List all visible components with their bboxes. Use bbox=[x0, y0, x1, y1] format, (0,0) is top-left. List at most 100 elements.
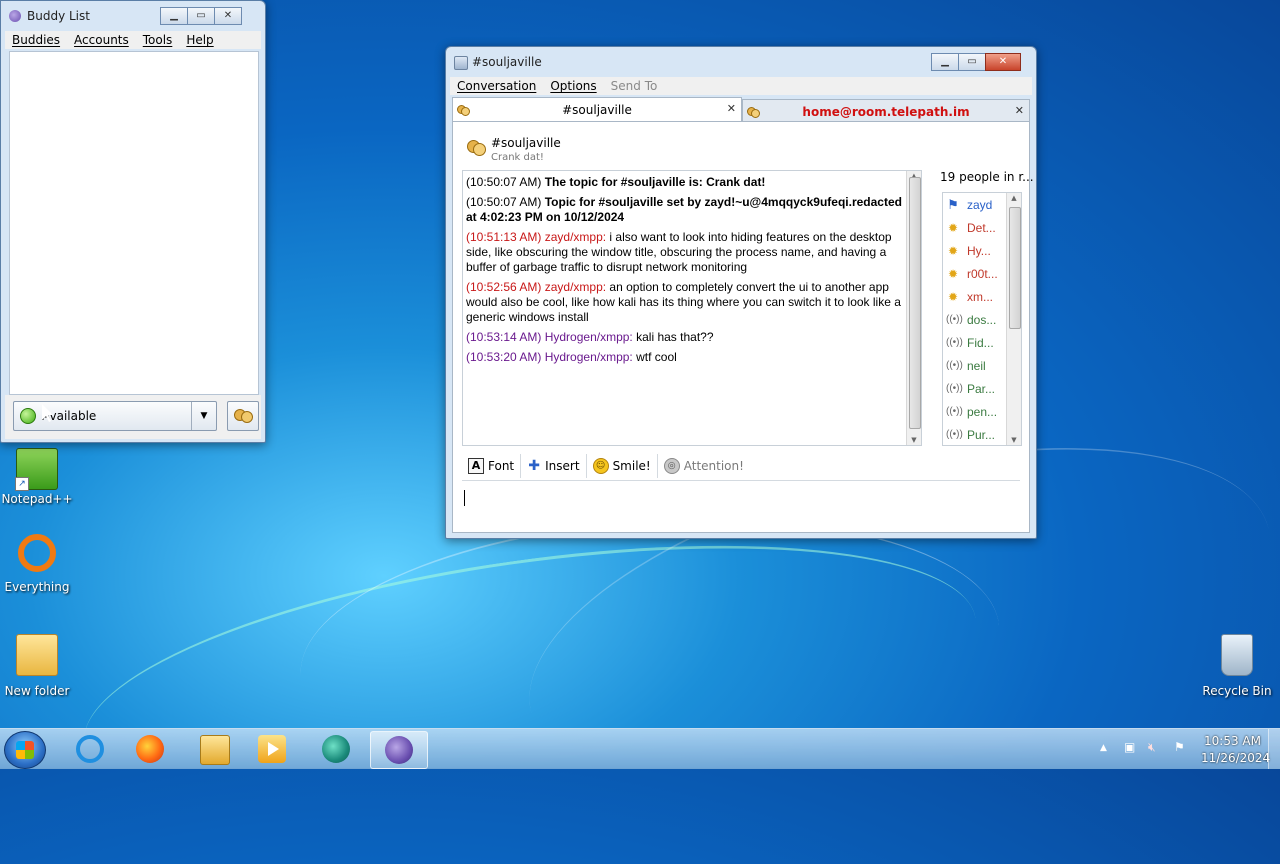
scroll-up-icon[interactable]: ▲ bbox=[1007, 193, 1021, 203]
taskbar-firefox[interactable] bbox=[122, 731, 178, 767]
maximize-button[interactable]: ▭ bbox=[187, 7, 215, 25]
format-toolbar: A Font ✚ Insert ☺ Smile! ◎ Attention! bbox=[462, 452, 1020, 481]
menu-options[interactable]: Options bbox=[543, 79, 603, 93]
buddy-status-button[interactable] bbox=[227, 401, 259, 431]
desktop-icon-recycle-bin[interactable]: Recycle Bin bbox=[1200, 634, 1274, 698]
tab-souljaville[interactable]: #souljaville ✕ bbox=[452, 97, 742, 122]
people-count: 19 people in r... bbox=[940, 170, 1034, 184]
buddy-list-window: Buddy List ▁ ▭ ✕ Buddies Accounts Tools … bbox=[0, 0, 266, 443]
taskbar-messenger[interactable] bbox=[308, 731, 364, 767]
person-name: zayd bbox=[967, 198, 993, 212]
scrollbar-thumb[interactable] bbox=[1009, 207, 1021, 329]
action-center-flag-icon[interactable]: ⚑ bbox=[1174, 740, 1185, 754]
messenger-icon bbox=[322, 735, 350, 763]
person-name: xm... bbox=[967, 290, 993, 304]
message-time: (10:53:20 AM) bbox=[466, 350, 542, 364]
signal-icon: ((•)) bbox=[946, 314, 963, 325]
tab-strip: #souljaville ✕ home@room.telepath.im ✕ bbox=[452, 97, 1030, 122]
taskbar-internet-explorer[interactable] bbox=[62, 731, 118, 767]
close-button[interactable]: ✕ bbox=[214, 7, 242, 25]
start-button[interactable] bbox=[4, 731, 46, 769]
desktop-icon-label: Notepad++ bbox=[1, 492, 73, 506]
message-nick: Hydrogen/xmpp: bbox=[544, 330, 633, 344]
message-line: (10:53:14 AM) Hydrogen/xmpp: kali has th… bbox=[466, 330, 906, 345]
buddy-list-area[interactable] bbox=[9, 51, 259, 395]
network-icon[interactable]: ▣ bbox=[1124, 740, 1135, 754]
taskbar-file-explorer[interactable] bbox=[186, 731, 242, 767]
show-desktop-button[interactable] bbox=[1268, 729, 1280, 769]
message-line: (10:50:07 AM) The topic for #souljaville… bbox=[466, 175, 906, 190]
menu-accounts[interactable]: Accounts bbox=[67, 33, 136, 47]
smile-button[interactable]: ☺ Smile! bbox=[587, 454, 658, 478]
minimize-button[interactable]: ▁ bbox=[931, 53, 959, 71]
attention-label: Attention! bbox=[683, 459, 744, 473]
buddy-list-titlebar[interactable]: Buddy List ▁ ▭ ✕ bbox=[1, 1, 265, 29]
people-list[interactable]: ⚑ zayd ✹ Det... ✹ Hy... ✹ r00t... ✹ xm... ((•… bbox=[942, 192, 1022, 446]
available-status-icon bbox=[20, 408, 36, 424]
text-caret bbox=[464, 490, 465, 506]
clock-time[interactable]: 10:53 AM bbox=[1204, 734, 1261, 748]
show-hidden-icons-icon[interactable]: ▲ bbox=[1100, 743, 1107, 753]
insert-button[interactable]: ✚ Insert bbox=[521, 454, 587, 478]
menu-buddies[interactable]: Buddies bbox=[5, 33, 67, 47]
clock-date[interactable]: 11/26/2024 bbox=[1201, 751, 1270, 765]
message-log-scrollbar[interactable]: ▲ ▼ bbox=[906, 171, 921, 445]
conversation-body: #souljaville Crank dat! (10:50:07 AM) Th… bbox=[452, 121, 1034, 533]
taskbar-pidgin[interactable] bbox=[370, 731, 428, 769]
message-time: (10:51:13 AM) bbox=[466, 230, 542, 244]
desktop-icon-label: New folder bbox=[4, 684, 70, 698]
person-name: neil bbox=[967, 359, 986, 373]
message-text: wtf cool bbox=[636, 350, 677, 364]
menu-conversation[interactable]: Conversation bbox=[450, 79, 543, 93]
menu-tools[interactable]: Tools bbox=[136, 33, 180, 47]
signal-icon: ((•)) bbox=[946, 406, 963, 417]
message-text: The topic for #souljaville is: Crank dat… bbox=[544, 175, 766, 189]
signal-icon: ((•)) bbox=[946, 337, 963, 348]
file-explorer-icon bbox=[200, 735, 230, 765]
attention-button[interactable]: ◎ Attention! bbox=[658, 454, 750, 478]
chat-room-icon bbox=[467, 138, 486, 156]
scroll-down-icon[interactable]: ▼ bbox=[907, 435, 921, 445]
message-log[interactable]: (10:50:07 AM) The topic for #souljaville… bbox=[462, 170, 922, 446]
windows-logo-icon bbox=[16, 741, 34, 759]
close-tab-icon[interactable]: ✕ bbox=[727, 102, 736, 115]
message-time: (10:50:07 AM) bbox=[466, 195, 542, 209]
menu-help[interactable]: Help bbox=[179, 33, 220, 47]
conversation-menubar: Conversation Options Send To bbox=[450, 77, 1032, 95]
desktop-icon-new-folder[interactable]: New folder bbox=[0, 634, 74, 698]
person-name: Det... bbox=[967, 221, 996, 235]
desktop-icon-everything[interactable]: Everything bbox=[0, 528, 74, 594]
tab-label: home@room.telepath.im bbox=[802, 105, 970, 119]
room-topic: Crank dat! bbox=[491, 152, 544, 163]
notepadpp-icon: ↗ bbox=[15, 448, 58, 491]
person-name: Hy... bbox=[967, 244, 991, 258]
desktop-icon-notepadpp[interactable]: ↗ Notepad++ bbox=[0, 448, 74, 506]
scrollbar-thumb[interactable] bbox=[909, 177, 921, 429]
star-icon: ✹ bbox=[947, 290, 959, 304]
shortcut-arrow-icon: ↗ bbox=[15, 477, 29, 491]
font-button[interactable]: A Font bbox=[462, 454, 522, 478]
flag-icon: ⚑ bbox=[947, 197, 959, 212]
message-line: (10:50:07 AM) Topic for #souljaville set… bbox=[466, 195, 906, 225]
menu-send-to[interactable]: Send To bbox=[604, 79, 665, 93]
tab-home-room[interactable]: home@room.telepath.im ✕ bbox=[742, 99, 1030, 122]
message-line: (10:53:20 AM) Hydrogen/xmpp: wtf cool bbox=[466, 350, 906, 365]
message-input[interactable] bbox=[462, 482, 1020, 528]
close-tab-icon[interactable]: ✕ bbox=[1015, 104, 1024, 117]
minimize-button[interactable]: ▁ bbox=[160, 7, 188, 25]
people-list-scrollbar[interactable]: ▲ ▼ bbox=[1006, 193, 1021, 445]
taskbar-media-player[interactable] bbox=[244, 731, 300, 767]
chevron-down-icon[interactable]: ▼ bbox=[191, 402, 216, 430]
maximize-button[interactable]: ▭ bbox=[958, 53, 986, 71]
close-button[interactable]: ✕ bbox=[985, 53, 1021, 71]
message-time: (10:50:07 AM) bbox=[466, 175, 542, 189]
person-name: Par... bbox=[967, 382, 996, 396]
insert-icon: ✚ bbox=[528, 458, 540, 474]
message-line: (10:52:56 AM) zayd/xmpp: an option to co… bbox=[466, 280, 906, 325]
message-text: kali has that?? bbox=[636, 330, 714, 344]
scroll-down-icon[interactable]: ▼ bbox=[1007, 435, 1021, 445]
conversation-titlebar[interactable]: #souljaville ▁ ▭ ✕ bbox=[446, 47, 1036, 75]
person-name: Fid... bbox=[967, 336, 994, 350]
people-icon bbox=[234, 407, 253, 423]
volume-muted-icon[interactable]: 🔇︎ bbox=[1148, 740, 1156, 755]
